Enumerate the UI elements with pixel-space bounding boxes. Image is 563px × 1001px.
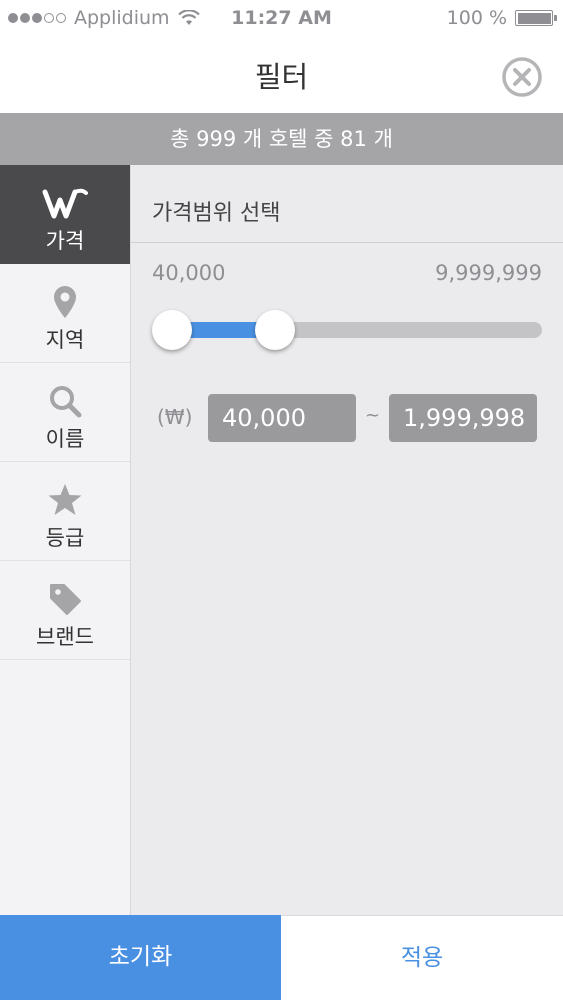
search-icon: [48, 381, 82, 421]
reset-button[interactable]: 초기화: [0, 915, 281, 1000]
section-title: 가격범위 선택: [152, 201, 281, 226]
divider: [131, 242, 563, 243]
tag-icon: [48, 579, 82, 619]
slider-max-handle[interactable]: [255, 310, 296, 350]
sidebar-item-brand[interactable]: 브랜드: [0, 561, 130, 660]
sidebar-item-label: 가격: [45, 229, 85, 253]
apply-button[interactable]: 적용: [281, 915, 563, 1000]
w-logo-icon: [42, 183, 88, 223]
filter-sidebar: 가격 지역 이름 등급 브랜드: [0, 165, 131, 915]
range-max-label: 9,999,999: [435, 261, 542, 285]
result-count-bar: 총 999 개 호텔 중 81 개: [0, 113, 563, 165]
currency-label: (₩): [157, 405, 193, 429]
sidebar-item-label: 등급: [45, 526, 85, 550]
star-icon: [47, 480, 83, 520]
status-right: 100 %: [446, 7, 557, 29]
sidebar-item-name[interactable]: 이름: [0, 363, 130, 462]
slider-min-handle[interactable]: [152, 310, 192, 350]
min-price-field[interactable]: 40,000: [208, 394, 356, 442]
sidebar-item-label: 이름: [45, 427, 85, 451]
bottom-action-bar: 초기화 적용: [0, 915, 563, 1000]
close-circle-icon[interactable]: [501, 56, 543, 98]
page-title: 필터: [254, 60, 309, 94]
price-filter-panel: 가격범위 선택 40,000 9,999,999 (₩) 40,000 ~ 1,…: [131, 165, 563, 915]
range-min-label: 40,000: [152, 261, 226, 285]
sidebar-item-label: 지역: [45, 328, 85, 352]
sidebar-item-grade[interactable]: 등급: [0, 462, 130, 561]
range-separator: ~: [365, 405, 381, 426]
sidebar-item-price[interactable]: 가격: [0, 165, 130, 264]
max-price-field[interactable]: 1,999,998: [389, 394, 537, 442]
price-range-slider[interactable]: [152, 310, 542, 350]
sidebar-item-label: 브랜드: [36, 625, 94, 649]
status-bar: Applidium 11:27 AM 100 %: [0, 0, 563, 38]
sidebar-item-region[interactable]: 지역: [0, 264, 130, 363]
nav-bar: 필터: [0, 38, 563, 113]
location-pin-icon: [51, 282, 79, 322]
battery-percent: 100 %: [446, 7, 507, 29]
battery-icon: [515, 10, 557, 26]
